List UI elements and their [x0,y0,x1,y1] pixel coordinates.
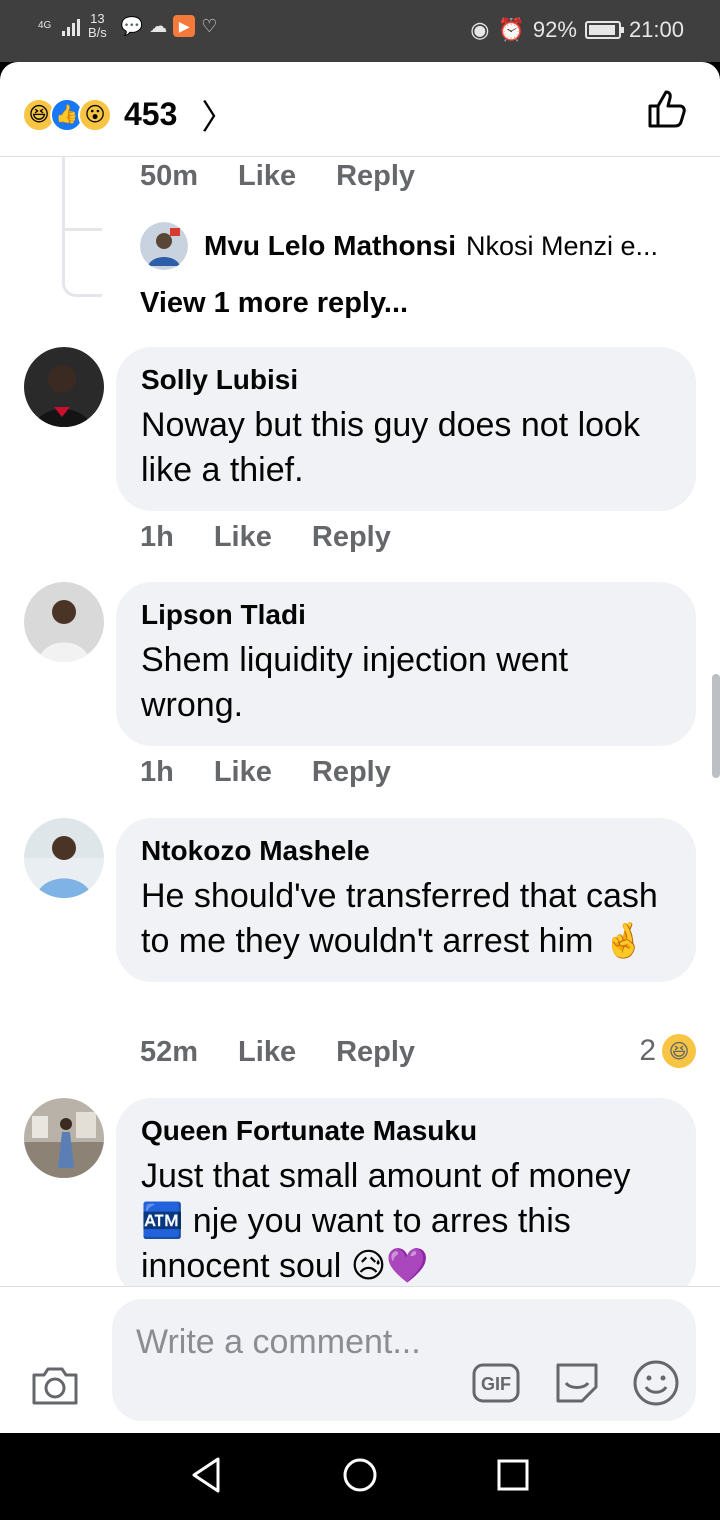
comment-text: Shem liquidity injection went wrong. [141,641,569,724]
thread-line [62,157,102,297]
scrollbar[interactable] [712,674,720,778]
battery-percent: 92% [532,17,577,42]
like-button[interactable]: Like [214,756,272,789]
like-button[interactable]: Like [238,1036,296,1069]
comment-time: 52m [140,1036,199,1068]
comment-text: Just that small amount of money 🏧 nje yo… [141,1157,631,1285]
comment-text: Noway but this guy does not look like a … [141,406,640,489]
signal-icon [62,16,80,36]
emoji-icon[interactable] [632,1359,680,1407]
network-type: 4G [38,20,52,31]
gif-label: GIF [481,1374,511,1394]
health-icon: ♡ [201,15,218,36]
alarm-icon: ⏰ [497,17,525,42]
comments-sheet: 😆 👍 😮 453 〉 50m Like Reply Mvu Lelo Math… [0,62,720,1433]
avatar[interactable] [24,582,104,662]
clock: 21:00 [628,17,684,42]
reply-button[interactable]: Reply [336,1036,415,1069]
reply-author[interactable]: Mvu Lelo Mathonsi [204,230,456,262]
app-notification-icon: ▶ [173,15,196,37]
like-button[interactable]: Like [238,160,296,193]
avatar[interactable] [24,1098,104,1178]
comment-bubble[interactable]: Queen Fortunate Masuku Just that small a… [116,1098,696,1298]
gif-icon[interactable]: GIF [472,1361,520,1405]
chevron-right-icon[interactable]: 〉 [201,90,235,139]
comment-meta: 1h Like Reply [140,756,391,789]
comment-input[interactable]: Write a comment... GIF [112,1299,696,1421]
comment-author[interactable]: Queen Fortunate Masuku [141,1114,672,1148]
reactions-summary[interactable]: 😆 👍 😮 453 〉 [22,90,235,139]
wow-icon: 😮 [78,97,112,132]
comment-bubble[interactable]: Solly Lubisi Noway but this guy does not… [116,347,696,511]
view-more-replies[interactable]: View 1 more reply... [140,287,408,320]
reactions-header: 😆 👍 😮 453 〉 [0,62,720,157]
recents-icon[interactable] [496,1455,530,1495]
battery-icon [584,21,624,39]
system-nav-bar [0,1433,720,1520]
nested-reply[interactable]: Mvu Lelo Mathonsi Nkosi Menzi e... [140,222,700,270]
like-button[interactable]: Like [214,521,272,554]
comment-bubble[interactable]: Ntokozo Mashele He should've transferred… [116,818,696,982]
avatar[interactable] [24,818,104,898]
chat-icon: 💬 [120,15,144,36]
reply-button[interactable]: Reply [312,521,391,554]
comment-reactions[interactable]: 2 😆 [639,1034,696,1068]
comment-author[interactable]: Lipson Tladi [141,598,672,632]
reaction-count: 453 [124,96,178,132]
back-icon[interactable] [190,1455,222,1495]
like-outline-icon[interactable] [646,86,690,130]
camera-icon[interactable] [30,1363,80,1407]
home-icon[interactable] [342,1455,378,1495]
reply-button[interactable]: Reply [312,756,391,789]
comment-text: He should've transferred that cash to me… [141,877,658,960]
status-bar: 4G 13 B/s 💬 ☁ ▶ ♡ ◉ ⏰ 92% 21:00 [0,0,720,62]
sticker-icon[interactable] [552,1357,602,1405]
avatar[interactable] [24,347,104,427]
reply-text: Nkosi Menzi e... [466,230,659,261]
comment-meta: 52m Like Reply [140,1036,415,1069]
comment-time: 1h [140,756,174,788]
cloud-icon: ☁ [149,15,168,36]
comment-time: 50m [140,160,199,192]
comment-time: 1h [140,521,174,553]
prev-comment-meta: 50m Like Reply [140,160,415,193]
eye-comfort-icon: ◉ [470,17,490,42]
comment-author[interactable]: Solly Lubisi [141,363,672,397]
comment-placeholder: Write a comment... [136,1323,421,1361]
comment-meta: 1h Like Reply [140,521,391,554]
network-speed: 13 B/s [88,11,107,40]
reply-button[interactable]: Reply [336,160,415,193]
comment-bubble[interactable]: Lipson Tladi Shem liquidity injection we… [116,582,696,746]
thread-branch [62,228,102,231]
comment-reaction-count: 2 [639,1034,656,1067]
comment-author[interactable]: Ntokozo Mashele [141,834,672,868]
haha-icon: 😆 [662,1034,696,1068]
avatar [140,222,188,270]
comment-composer: Write a comment... GIF [0,1286,720,1433]
